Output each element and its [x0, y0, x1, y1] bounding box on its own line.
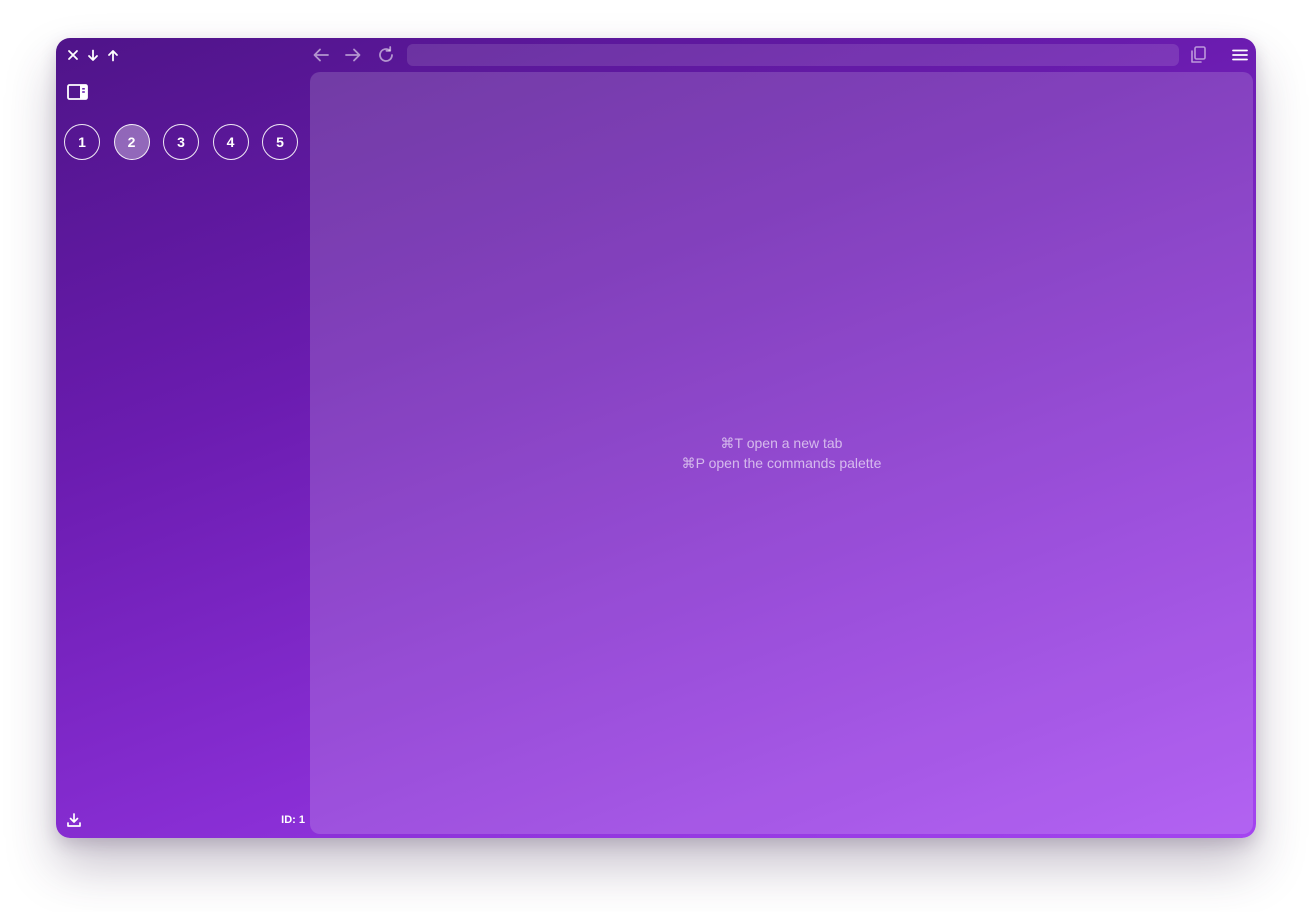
window-id-label: ID: 1: [281, 814, 305, 826]
arrow-down-icon[interactable]: [86, 47, 100, 63]
space-button-active[interactable]: 2: [113, 124, 150, 160]
toolbar: [310, 38, 1256, 72]
empty-state-hints: ⌘T open a new tab ⌘P open the commands p…: [310, 433, 1253, 473]
space-button[interactable]: 1: [64, 124, 100, 160]
sidebar: 1 2 3 4 5 ID: 1: [56, 38, 310, 838]
download-icon[interactable]: [66, 812, 82, 828]
sidebar-toggle-icon[interactable]: [66, 83, 88, 101]
window-controls: [66, 47, 120, 63]
content-panel[interactable]: ⌘T open a new tab ⌘P open the commands p…: [310, 72, 1253, 834]
space-button[interactable]: 5: [262, 124, 298, 160]
menu-icon[interactable]: [1230, 45, 1250, 65]
hint-new-tab: ⌘T open a new tab: [720, 435, 843, 451]
desktop-stage: 1 2 3 4 5 ID: 1 ⌘T open a new tab ⌘P ope…: [0, 0, 1312, 912]
arrow-up-icon[interactable]: [106, 47, 120, 63]
reload-icon[interactable]: [376, 45, 396, 65]
arrow-right-icon[interactable]: [343, 45, 363, 65]
hint-commands: ⌘P open the commands palette: [681, 455, 882, 471]
browser-window: 1 2 3 4 5 ID: 1 ⌘T open a new tab ⌘P ope…: [56, 38, 1256, 838]
space-button[interactable]: 3: [163, 124, 199, 160]
arrow-left-icon[interactable]: [311, 45, 331, 65]
url-input[interactable]: [407, 44, 1179, 66]
space-button[interactable]: 4: [212, 124, 249, 160]
copy-icon[interactable]: [1188, 45, 1208, 65]
sidebar-footer: ID: 1: [56, 804, 310, 838]
space-switcher: 1 2 3 4 5: [64, 124, 298, 160]
close-icon[interactable]: [66, 47, 80, 63]
